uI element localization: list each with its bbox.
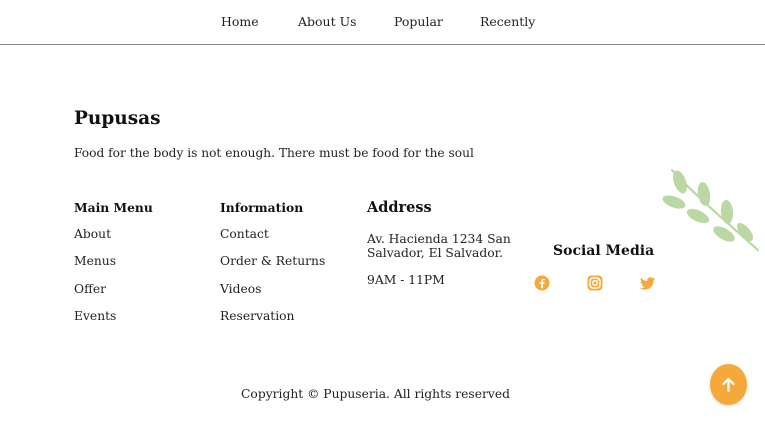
brand-tagline: Food for the body is not enough. There m… bbox=[74, 146, 474, 160]
brand-title: Pupusas bbox=[74, 108, 161, 129]
footer-link-order-returns[interactable]: Order & Returns bbox=[220, 254, 325, 268]
footer-link-about[interactable]: About bbox=[74, 227, 111, 241]
footer-link-videos[interactable]: Videos bbox=[220, 282, 261, 296]
main-menu-title: Main Menu bbox=[74, 200, 153, 215]
footer-link-events[interactable]: Events bbox=[74, 309, 116, 323]
opening-hours: 9AM - 11PM bbox=[367, 273, 445, 287]
address-line-1: Av. Hacienda 1234 San bbox=[367, 232, 511, 246]
social-media-title: Social Media bbox=[553, 243, 655, 259]
address-line-2: Salvador, El Salvador. bbox=[367, 246, 504, 260]
arrow-up-icon bbox=[722, 377, 735, 393]
nav-popular-link[interactable]: Popular bbox=[394, 14, 443, 29]
footer-link-reservation[interactable]: Reservation bbox=[220, 309, 294, 323]
nav-home-link[interactable]: Home bbox=[221, 14, 259, 29]
back-to-top-button[interactable] bbox=[710, 364, 747, 405]
nav-recently-link[interactable]: Recently bbox=[480, 14, 535, 29]
leaf-branch-icon bbox=[660, 162, 762, 254]
footer-link-menus[interactable]: Menus bbox=[74, 254, 116, 268]
instagram-icon[interactable] bbox=[587, 275, 603, 291]
footer-link-offer[interactable]: Offer bbox=[74, 282, 106, 296]
footer-link-contact[interactable]: Contact bbox=[220, 227, 269, 241]
information-title: Information bbox=[220, 200, 304, 215]
top-navigation: Home About Us Popular Recently bbox=[0, 0, 765, 45]
twitter-icon[interactable] bbox=[640, 275, 656, 291]
copyright-text: Copyright © Pupuseria. All rights reserv… bbox=[241, 387, 510, 401]
nav-about-us-link[interactable]: About Us bbox=[298, 14, 357, 29]
facebook-icon[interactable] bbox=[534, 275, 550, 291]
address-title: Address bbox=[367, 199, 432, 216]
